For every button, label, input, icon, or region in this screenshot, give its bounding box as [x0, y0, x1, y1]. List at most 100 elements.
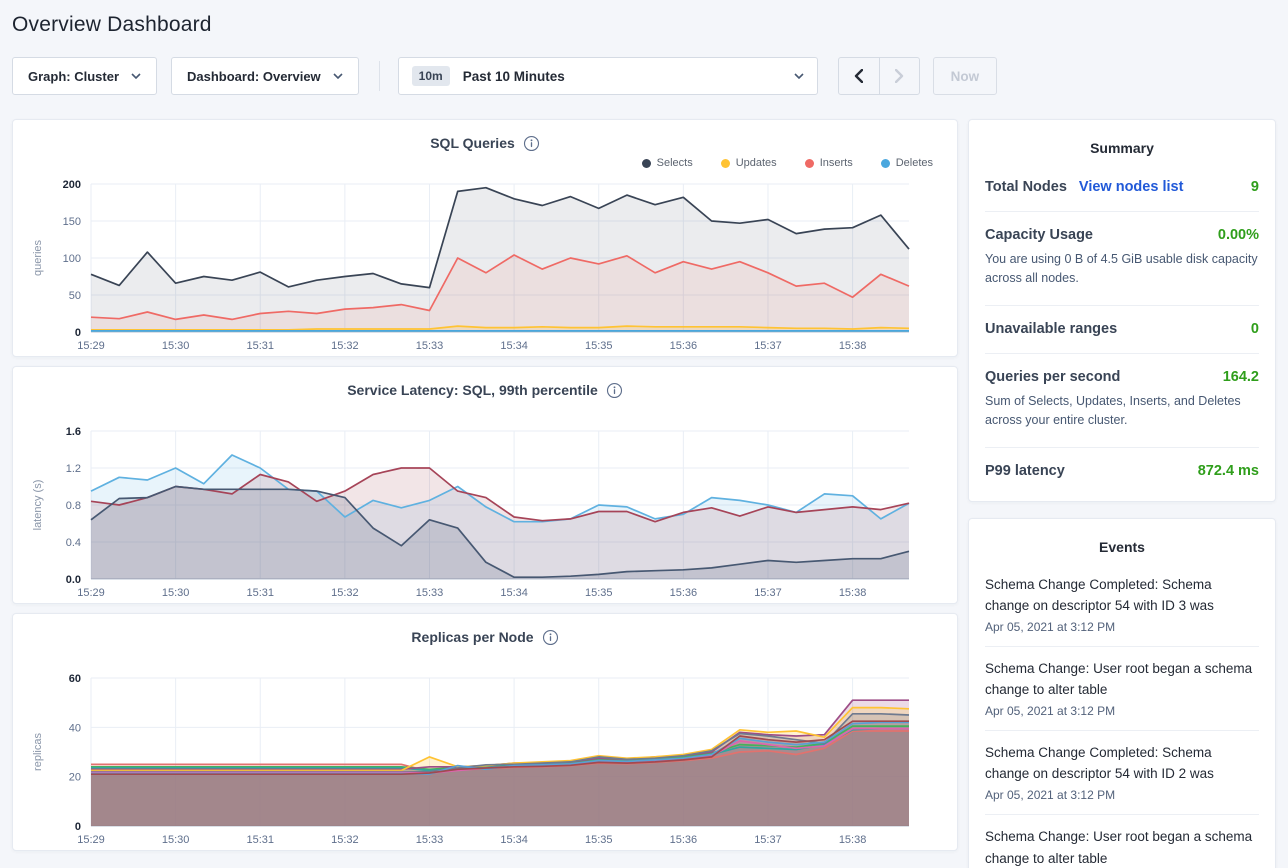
chevron-down-icon: [794, 73, 804, 79]
events-title: Events: [985, 535, 1259, 563]
svg-text:replicas: replicas: [32, 733, 44, 771]
event-message[interactable]: Schema Change: User root began a schema …: [985, 826, 1259, 868]
legend-dot: [881, 159, 890, 168]
svg-text:15:34: 15:34: [500, 340, 528, 352]
svg-text:15:32: 15:32: [331, 340, 359, 352]
svg-text:15:32: 15:32: [331, 587, 359, 599]
event-message[interactable]: Schema Change Completed: Schema change o…: [985, 742, 1259, 785]
info-icon[interactable]: [523, 135, 540, 152]
svg-text:15:36: 15:36: [670, 587, 698, 599]
svg-text:15:31: 15:31: [246, 834, 274, 846]
svg-text:0.8: 0.8: [66, 500, 81, 512]
svg-text:60: 60: [69, 673, 81, 685]
view-nodes-link[interactable]: View nodes list: [1079, 179, 1184, 195]
graph-dropdown-label: Graph: Cluster: [28, 69, 119, 84]
time-range-selector[interactable]: 10m Past 10 Minutes: [398, 57, 818, 95]
svg-text:15:38: 15:38: [839, 340, 867, 352]
info-icon[interactable]: [542, 629, 559, 646]
svg-text:15:33: 15:33: [416, 340, 444, 352]
event-message[interactable]: Schema Change: User root began a schema …: [985, 658, 1259, 701]
legend-label: Updates: [736, 157, 777, 169]
chevron-left-icon: [854, 69, 863, 83]
svg-text:queries: queries: [32, 239, 44, 276]
service-latency-chart[interactable]: 0.00.40.81.21.615:2915:3015:3115:3215:33…: [29, 419, 941, 620]
summary-value: 164.2: [1223, 369, 1259, 385]
summary-row: Capacity Usage 0.00% You are using 0 B of …: [985, 212, 1259, 306]
event-item: Schema Change: User root began a schema …: [985, 647, 1259, 731]
summary-label: Total Nodes: [985, 179, 1067, 195]
summary-value: 872.4 ms: [1198, 463, 1259, 479]
svg-text:15:29: 15:29: [77, 834, 105, 846]
page-title: Overview Dashboard: [12, 13, 1276, 37]
summary-value: 9: [1251, 179, 1259, 195]
chart-header: SQL Queries: [29, 132, 941, 154]
svg-text:0: 0: [75, 821, 81, 833]
svg-text:150: 150: [63, 216, 81, 228]
summary-description: You are using 0 B of 4.5 GiB usable disk…: [985, 250, 1259, 289]
legend-label: Deletes: [896, 157, 933, 169]
event-item: Schema Change Completed: Schema change o…: [985, 731, 1259, 815]
svg-text:1.2: 1.2: [66, 463, 81, 475]
svg-text:200: 200: [63, 179, 81, 191]
toolbar: Graph: Cluster Dashboard: Overview 10m P…: [12, 57, 1276, 95]
svg-text:50: 50: [69, 290, 81, 302]
summary-value: 0.00%: [1218, 227, 1259, 243]
summary-label: P99 latency: [985, 463, 1065, 479]
time-range-label: Past 10 Minutes: [463, 69, 781, 84]
events-panel: Events Schema Change Completed: Schema c…: [968, 518, 1276, 868]
summary-row-top: P99 latency 872.4 ms: [985, 463, 1259, 479]
summary-row-top: Capacity Usage 0.00%: [985, 227, 1259, 243]
summary-row-top: Total Nodes View nodes list 9: [985, 179, 1259, 195]
summary-label: Capacity Usage: [985, 227, 1093, 243]
legend-dot: [805, 159, 814, 168]
time-forward-button[interactable]: [879, 58, 919, 94]
time-back-button[interactable]: [839, 58, 879, 94]
svg-text:15:37: 15:37: [754, 340, 782, 352]
dashboard-dropdown-label: Dashboard: Overview: [187, 69, 321, 84]
chart-header: Service Latency: SQL, 99th percentile: [29, 379, 941, 401]
svg-text:15:34: 15:34: [500, 587, 528, 599]
legend-item-updates: Updates: [721, 157, 777, 169]
dashboard-dropdown[interactable]: Dashboard: Overview: [171, 57, 359, 95]
legend-label: Inserts: [820, 157, 853, 169]
event-message[interactable]: Schema Change Completed: Schema change o…: [985, 574, 1259, 617]
legend-label: Selects: [657, 157, 693, 169]
summary-row-top: Unavailable ranges0: [985, 321, 1259, 337]
svg-text:15:31: 15:31: [246, 340, 274, 352]
graph-dropdown[interactable]: Graph: Cluster: [12, 57, 157, 95]
chevron-down-icon: [131, 73, 141, 79]
svg-text:15:37: 15:37: [754, 587, 782, 599]
summary-description: Sum of Selects, Updates, Inserts, and De…: [985, 392, 1259, 431]
chart-legend: Selects Updates Inserts Deletes: [29, 154, 941, 172]
summary-row: P99 latency 872.4 ms: [985, 448, 1259, 495]
overview-dashboard-page: Overview Dashboard Graph: Cluster Dashbo…: [0, 13, 1288, 868]
svg-text:15:31: 15:31: [246, 587, 274, 599]
svg-text:15:38: 15:38: [839, 587, 867, 599]
svg-text:15:35: 15:35: [585, 834, 613, 846]
sql-queries-chart[interactable]: 05010015020015:2915:3015:3115:3215:3315:…: [29, 172, 941, 373]
svg-text:15:35: 15:35: [585, 340, 613, 352]
main-content: SQL Queries Selects Updates Inserts Deletes…: [12, 119, 1276, 868]
svg-text:0.0: 0.0: [66, 574, 81, 586]
svg-text:15:33: 15:33: [416, 834, 444, 846]
summary-row: Queries per second164.2 Sum of Selects, U…: [985, 354, 1259, 448]
legend-dot: [721, 159, 730, 168]
event-timestamp: Apr 05, 2021 at 3:12 PM: [985, 788, 1259, 802]
event-timestamp: Apr 05, 2021 at 3:12 PM: [985, 620, 1259, 634]
sidebar: Summary Total NodesView nodes list9Capac…: [968, 119, 1276, 868]
legend-item-inserts: Inserts: [805, 157, 853, 169]
time-step-group: [838, 57, 920, 95]
time-range-badge: 10m: [412, 66, 450, 86]
info-icon[interactable]: [606, 382, 623, 399]
summary-row: Unavailable ranges0: [985, 306, 1259, 354]
replicas-per-node-chart[interactable]: 020406015:2915:3015:3115:3215:3315:3415:…: [29, 666, 941, 867]
charts-column: SQL Queries Selects Updates Inserts Deletes…: [12, 119, 958, 851]
svg-text:15:30: 15:30: [162, 340, 190, 352]
svg-text:15:30: 15:30: [162, 587, 190, 599]
summary-value: 0: [1251, 321, 1259, 337]
summary-panel: Summary Total NodesView nodes list9Capac…: [968, 119, 1276, 502]
chevron-down-icon: [333, 73, 343, 79]
summary-row-top: Queries per second164.2: [985, 369, 1259, 385]
chart-panel-sql-queries: SQL Queries Selects Updates Inserts Deletes…: [12, 119, 958, 357]
now-button[interactable]: Now: [933, 57, 998, 95]
